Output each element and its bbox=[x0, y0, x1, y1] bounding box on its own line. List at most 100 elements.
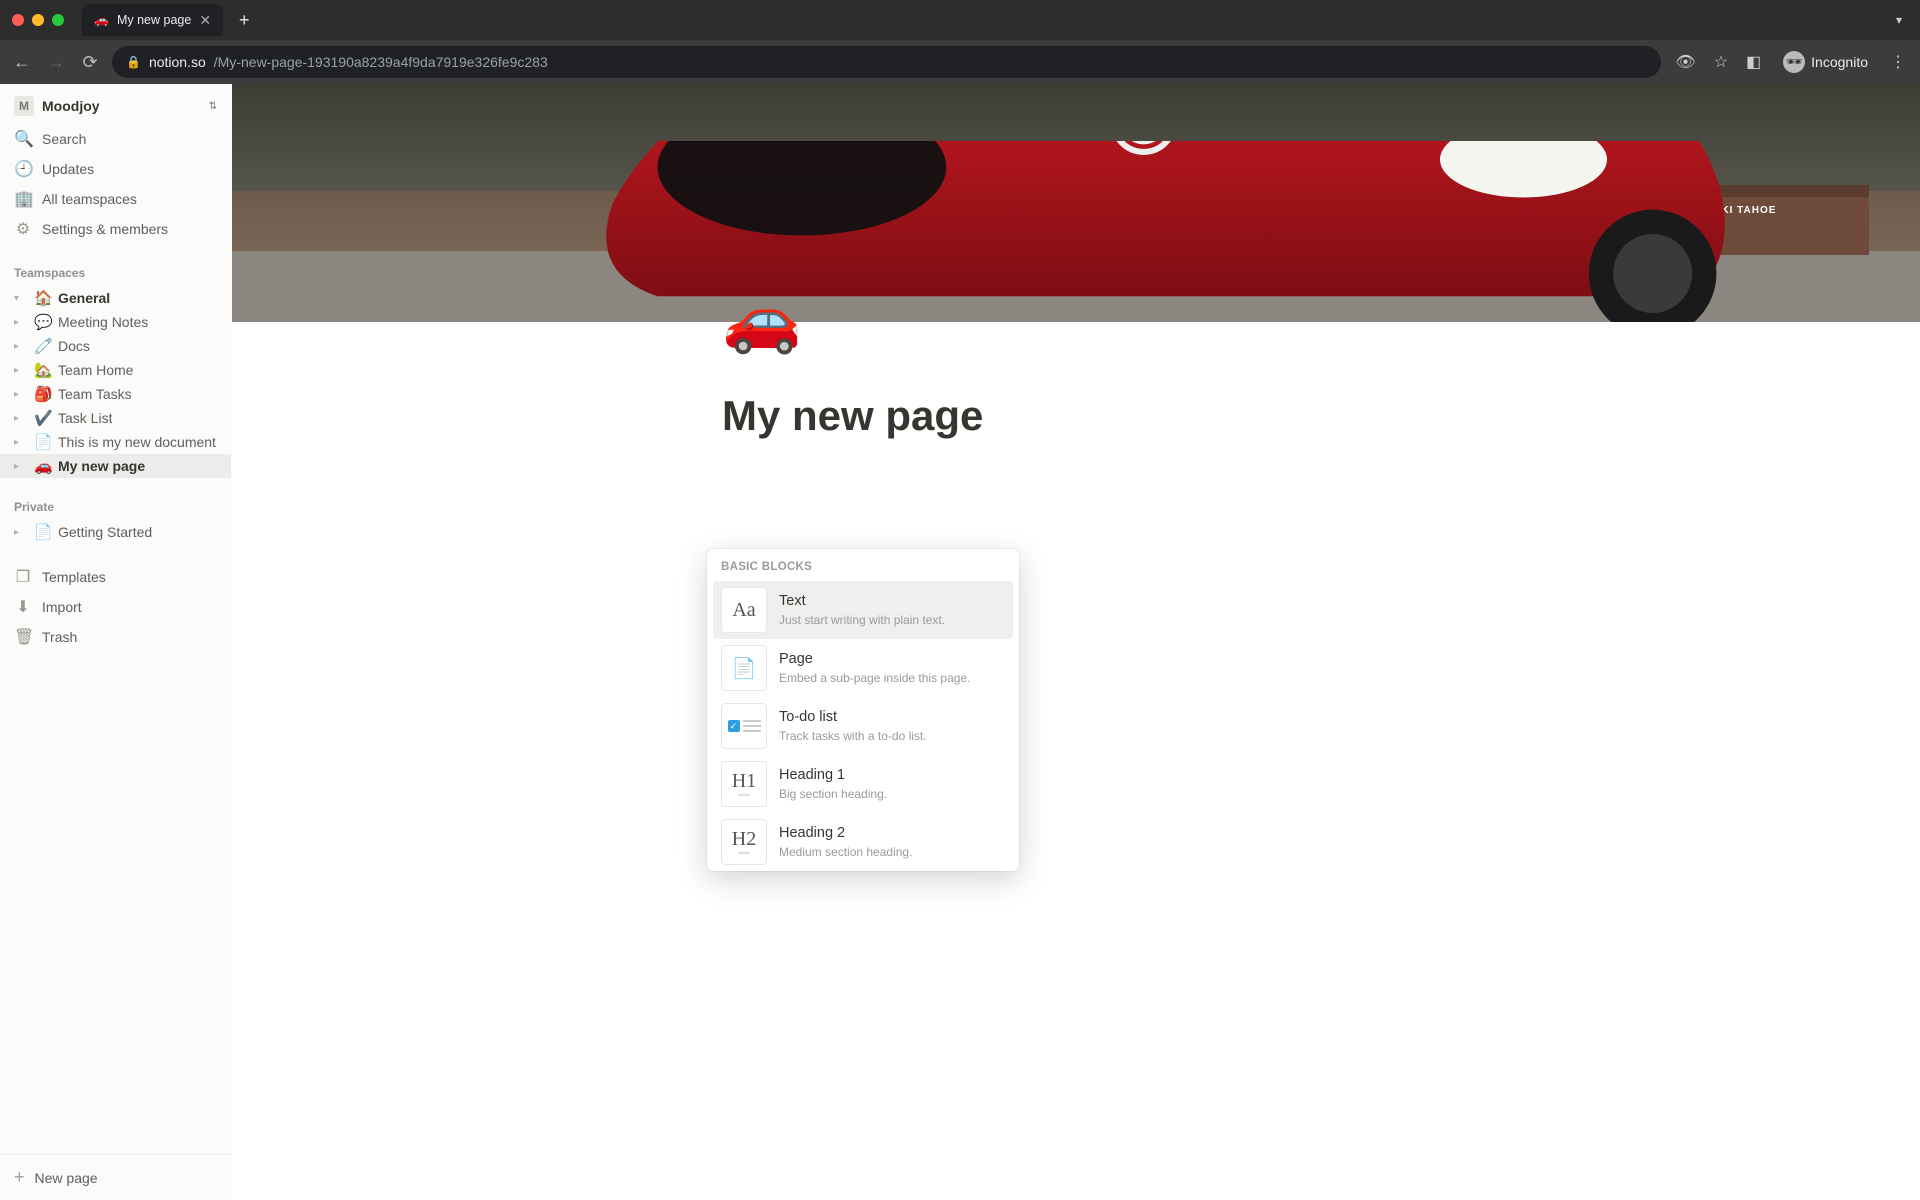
chevron-down-icon[interactable]: ▾ bbox=[14, 293, 28, 304]
tree-item-label: Team Home bbox=[58, 362, 133, 378]
sidebar-item-label: Search bbox=[42, 131, 86, 147]
new-page-button[interactable]: + New page bbox=[0, 1154, 231, 1200]
forward-button[interactable]: → bbox=[44, 52, 68, 73]
sidebar-item-label: Trash bbox=[42, 629, 77, 645]
chevron-right-icon[interactable]: ▸ bbox=[14, 437, 28, 448]
page-content: 🚗 My new page / BASIC BLOCKS Aa Text Jus… bbox=[232, 84, 1920, 1200]
page-thumb-icon: 📄 bbox=[721, 645, 767, 691]
tab-favicon-icon: 🚗 bbox=[94, 13, 109, 27]
panel-icon[interactable]: ◧ bbox=[1742, 52, 1765, 72]
sidebar-item-search[interactable]: 🔍 Search bbox=[0, 124, 231, 154]
lock-icon: 🔒 bbox=[126, 55, 141, 69]
block-option-h2[interactable]: H2━━━ Heading 2 Medium section heading. bbox=[713, 813, 1013, 871]
chevron-right-icon[interactable]: ▸ bbox=[14, 389, 28, 400]
chevron-right-icon[interactable]: ▸ bbox=[14, 341, 28, 352]
sidebar-item-updates[interactable]: 🕘 Updates bbox=[0, 154, 231, 184]
sidebar: M Moodjoy ⇅ 🔍 Search 🕘 Updates 🏢 All tea… bbox=[0, 84, 232, 1200]
popup-list[interactable]: Aa Text Just start writing with plain te… bbox=[707, 581, 1019, 871]
sidebar-item-label: Import bbox=[42, 599, 82, 615]
browser-toolbar: ← → ⟳ 🔒 notion.so/My-new-page-193190a823… bbox=[0, 40, 1920, 84]
tree-item-docs[interactable]: ▸ 🧷 Docs bbox=[0, 334, 231, 358]
plus-icon: + bbox=[14, 1167, 25, 1188]
chevron-right-icon[interactable]: ▸ bbox=[14, 317, 28, 328]
tree-item-team-tasks[interactable]: ▸ 🎒 Team Tasks bbox=[0, 382, 231, 406]
bookmark-icon[interactable]: ☆ bbox=[1710, 52, 1732, 72]
block-option-text[interactable]: Aa Text Just start writing with plain te… bbox=[713, 581, 1013, 639]
sidebar-item-settings[interactable]: ⚙ Settings & members bbox=[0, 214, 231, 244]
tree-item-new-document[interactable]: ▸ 📄 This is my new document bbox=[0, 430, 231, 454]
incognito-indicator[interactable]: 🕶 Incognito bbox=[1775, 51, 1876, 73]
chevron-right-icon[interactable]: ▸ bbox=[14, 365, 28, 376]
tree-item-label: Getting Started bbox=[58, 524, 152, 540]
tree-item-label: General bbox=[58, 290, 110, 306]
building-icon: 🏢 bbox=[14, 189, 32, 209]
block-option-page[interactable]: 📄 Page Embed a sub-page inside this page… bbox=[713, 639, 1013, 697]
block-title: Heading 1 bbox=[779, 766, 887, 786]
page-icon: 📄 bbox=[34, 433, 52, 451]
browser-tab[interactable]: 🚗 My new page ✕ bbox=[82, 4, 223, 36]
tree-item-getting-started[interactable]: ▸ 📄 Getting Started bbox=[0, 520, 231, 544]
incognito-icon: 🕶 bbox=[1783, 51, 1805, 73]
tree-item-my-new-page[interactable]: ▸ 🚗 My new page bbox=[0, 454, 231, 478]
eye-off-icon[interactable]: 👁 bbox=[1671, 52, 1699, 72]
page-title[interactable]: My new page bbox=[722, 322, 1430, 440]
new-tab-button[interactable]: + bbox=[231, 10, 258, 31]
back-button[interactable]: ← bbox=[10, 52, 34, 73]
sidebar-item-label: Settings & members bbox=[42, 221, 168, 237]
address-bar[interactable]: 🔒 notion.so/My-new-page-193190a8239a4f9d… bbox=[112, 46, 1661, 78]
sidebar-item-teamspaces[interactable]: 🏢 All teamspaces bbox=[0, 184, 231, 214]
tree-item-team-home[interactable]: ▸ 🏡 Team Home bbox=[0, 358, 231, 382]
chevron-right-icon[interactable]: ▸ bbox=[14, 527, 28, 538]
url-path: /My-new-page-193190a8239a4f9da7919e326fe… bbox=[214, 54, 548, 70]
new-page-label: New page bbox=[35, 1170, 98, 1186]
tree-item-label: Team Tasks bbox=[58, 386, 132, 402]
sidebar-item-label: All teamspaces bbox=[42, 191, 137, 207]
tab-title: My new page bbox=[117, 13, 191, 27]
tabs-dropdown-icon[interactable]: ▾ bbox=[1890, 13, 1908, 27]
chat-icon: 💬 bbox=[34, 313, 52, 331]
h1-thumb-icon: H1━━━ bbox=[721, 761, 767, 807]
tree-item-label: Docs bbox=[58, 338, 90, 354]
browser-tab-bar: 🚗 My new page ✕ + ▾ bbox=[0, 0, 1920, 40]
check-icon: ✔️ bbox=[34, 409, 52, 427]
kebab-menu-icon[interactable]: ⋮ bbox=[1886, 52, 1910, 72]
block-desc: Medium section heading. bbox=[779, 844, 912, 860]
tree-item-meeting-notes[interactable]: ▸ 💬 Meeting Notes bbox=[0, 310, 231, 334]
maximize-window-icon[interactable] bbox=[52, 14, 64, 26]
import-icon: ⬇ bbox=[14, 597, 32, 617]
slash-command-popup: BASIC BLOCKS Aa Text Just start writing … bbox=[707, 549, 1019, 871]
sidebar-item-label: Updates bbox=[42, 161, 94, 177]
sidebar-item-import[interactable]: ⬇ Import bbox=[0, 592, 231, 622]
sidebar-item-templates[interactable]: ❐ Templates bbox=[0, 562, 231, 592]
backpack-icon: 🎒 bbox=[34, 385, 52, 403]
block-title: To-do list bbox=[779, 708, 927, 728]
sidebar-item-label: Templates bbox=[42, 569, 106, 585]
block-option-h1[interactable]: H1━━━ Heading 1 Big section heading. bbox=[713, 755, 1013, 813]
minimize-window-icon[interactable] bbox=[32, 14, 44, 26]
incognito-label: Incognito bbox=[1811, 54, 1868, 70]
tree-item-label: Task List bbox=[58, 410, 112, 426]
tree-item-label: My new page bbox=[58, 458, 145, 474]
tree-item-label: Meeting Notes bbox=[58, 314, 148, 330]
page-emoji-icon[interactable]: 🚗 bbox=[722, 282, 800, 360]
clock-icon: 🕘 bbox=[14, 159, 32, 179]
close-window-icon[interactable] bbox=[12, 14, 24, 26]
tree-item-task-list[interactable]: ▸ ✔️ Task List bbox=[0, 406, 231, 430]
tree-item-general[interactable]: ▾ 🏠 General bbox=[0, 286, 231, 310]
url-domain: notion.so bbox=[149, 54, 206, 70]
block-option-todo[interactable]: ✓ To-do list Track tasks with a to-do li… bbox=[713, 697, 1013, 755]
section-label-private: Private bbox=[0, 496, 231, 520]
car-icon: 🚗 bbox=[34, 457, 52, 475]
chevron-right-icon[interactable]: ▸ bbox=[14, 461, 28, 472]
sidebar-item-trash[interactable]: 🗑 Trash bbox=[0, 622, 231, 652]
chevron-right-icon[interactable]: ▸ bbox=[14, 413, 28, 424]
red-car-illustration bbox=[536, 141, 1751, 322]
cover-image[interactable] bbox=[232, 84, 1920, 322]
close-tab-icon[interactable]: ✕ bbox=[199, 12, 211, 29]
workspace-name: Moodjoy bbox=[42, 98, 201, 114]
block-desc: Just start writing with plain text. bbox=[779, 612, 945, 628]
text-thumb-icon: Aa bbox=[721, 587, 767, 633]
workspace-switcher[interactable]: M Moodjoy ⇅ bbox=[0, 84, 231, 124]
chevron-updown-icon: ⇅ bbox=[209, 101, 217, 112]
reload-button[interactable]: ⟳ bbox=[78, 52, 102, 73]
